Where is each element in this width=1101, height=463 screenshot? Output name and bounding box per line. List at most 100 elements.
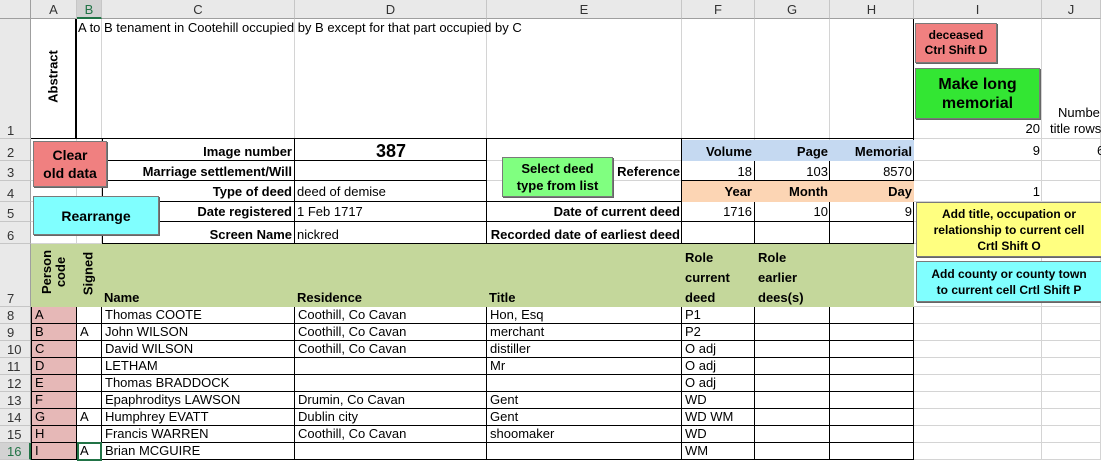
column-header-g[interactable]: G: [755, 0, 830, 19]
abstract-text[interactable]: A to B tenament in Cootehill occupied by…: [78, 20, 908, 38]
person-code-cell[interactable]: I: [32, 443, 76, 459]
name-cell[interactable]: Epaphroditys LAWSON: [102, 392, 294, 408]
name-cell[interactable]: John WILSON: [102, 324, 294, 340]
memorial-value[interactable]: 8570: [830, 164, 912, 180]
name-cell[interactable]: LETHAM: [102, 358, 294, 374]
column-header-f[interactable]: F: [682, 0, 755, 19]
column-header-j[interactable]: J: [1042, 0, 1101, 19]
select-deed-type-button[interactable]: Select deed type from list: [502, 157, 613, 197]
person-code-cell[interactable]: B: [32, 324, 76, 340]
row-header-10[interactable]: 10: [0, 341, 31, 358]
role-current-cell[interactable]: O adj: [682, 358, 754, 374]
cell-i2[interactable]: 9: [980, 143, 1040, 159]
cell-i1[interactable]: 20: [980, 121, 1040, 137]
signed-cell[interactable]: [77, 392, 101, 408]
signed-cell[interactable]: A: [77, 409, 101, 425]
person-code-cell[interactable]: F: [32, 392, 76, 408]
page-value[interactable]: 103: [756, 164, 828, 180]
row-header-4[interactable]: 4: [0, 181, 31, 202]
name-cell[interactable]: Francis WARREN: [102, 426, 294, 442]
deceased-button[interactable]: deceased Ctrl Shift D: [915, 23, 997, 63]
name-cell[interactable]: Thomas BRADDOCK: [102, 375, 294, 391]
cell-j1[interactable]: title rows: [1050, 121, 1101, 137]
title-cell[interactable]: distiller: [487, 341, 681, 357]
title-cell[interactable]: Gent: [487, 409, 681, 425]
year-value[interactable]: 1716: [682, 204, 752, 220]
clear-old-data-button[interactable]: Clear old data: [33, 141, 107, 187]
row-header-7[interactable]: 7: [0, 244, 31, 307]
image-number-value[interactable]: 387: [296, 141, 486, 161]
row-header-1[interactable]: 1: [0, 19, 31, 139]
type-of-deed-value[interactable]: deed of demise: [297, 184, 487, 200]
role-current-cell[interactable]: P1: [682, 307, 754, 323]
abstract-label-cell[interactable]: Abstract: [31, 19, 76, 139]
residence-cell[interactable]: [295, 375, 486, 391]
row-header-12[interactable]: 12: [0, 375, 31, 392]
role-current-cell[interactable]: WM: [682, 443, 754, 459]
role-current-cell[interactable]: WD: [682, 392, 754, 408]
residence-cell[interactable]: [295, 443, 486, 459]
column-header-b[interactable]: B: [77, 0, 102, 19]
title-cell[interactable]: Hon, Esq: [487, 307, 681, 323]
residence-cell[interactable]: [295, 358, 486, 374]
column-header-c[interactable]: C: [102, 0, 295, 19]
date-registered-value[interactable]: 1 Feb 1717: [297, 204, 487, 220]
column-header-d[interactable]: D: [295, 0, 487, 19]
residence-cell[interactable]: Dublin city: [295, 409, 486, 425]
signed-cell[interactable]: [77, 341, 101, 357]
row-header-14[interactable]: 14: [0, 409, 31, 426]
row-header-16[interactable]: 16: [0, 443, 31, 460]
title-cell[interactable]: Gent: [487, 392, 681, 408]
title-cell[interactable]: Mr: [487, 358, 681, 374]
role-current-cell[interactable]: O adj: [682, 375, 754, 391]
add-title-button[interactable]: Add title, occupation or relationship to …: [916, 202, 1101, 257]
row-header-8[interactable]: 8: [0, 307, 31, 324]
role-current-cell[interactable]: O adj: [682, 341, 754, 357]
role-current-cell[interactable]: P2: [682, 324, 754, 340]
month-value[interactable]: 10: [756, 204, 828, 220]
cell-j1-top[interactable]: Numbe: [1058, 105, 1101, 121]
name-cell[interactable]: Thomas COOTE: [102, 307, 294, 323]
row-header-2[interactable]: 2: [0, 139, 31, 161]
person-code-cell[interactable]: A: [32, 307, 76, 323]
signed-cell[interactable]: [77, 358, 101, 374]
role-current-cell[interactable]: WD: [682, 426, 754, 442]
name-cell[interactable]: Brian MCGUIRE: [102, 443, 294, 459]
name-cell[interactable]: Humphrey EVATT: [102, 409, 294, 425]
residence-cell[interactable]: Coothill, Co Cavan: [295, 426, 486, 442]
row-header-3[interactable]: 3: [0, 161, 31, 181]
title-cell[interactable]: merchant: [487, 324, 681, 340]
day-value[interactable]: 9: [830, 204, 912, 220]
rearrange-button[interactable]: Rearrange: [33, 196, 159, 235]
row-header-11[interactable]: 11: [0, 358, 31, 375]
role-current-cell[interactable]: WD WM: [682, 409, 754, 425]
row-header-13[interactable]: 13: [0, 392, 31, 409]
column-header-h[interactable]: H: [830, 0, 914, 19]
screen-name-value[interactable]: nickred: [297, 227, 487, 243]
cell-i4[interactable]: 1: [980, 184, 1040, 200]
title-cell[interactable]: shoomaker: [487, 426, 681, 442]
cell-j2[interactable]: 6: [1097, 143, 1101, 159]
residence-cell[interactable]: Coothill, Co Cavan: [295, 341, 486, 357]
row-header-5[interactable]: 5: [0, 202, 31, 222]
signed-cell[interactable]: A: [77, 324, 101, 340]
title-cell[interactable]: [487, 443, 681, 459]
residence-cell[interactable]: Coothill, Co Cavan: [295, 324, 486, 340]
signed-cell[interactable]: [77, 375, 101, 391]
row-header-6[interactable]: 6: [0, 222, 31, 244]
title-cell[interactable]: [487, 375, 681, 391]
column-header-e[interactable]: E: [487, 0, 682, 19]
add-county-button[interactable]: Add county or county town to current cell…: [916, 261, 1101, 302]
signed-cell[interactable]: [77, 307, 101, 323]
person-code-cell[interactable]: D: [32, 358, 76, 374]
name-cell[interactable]: David WILSON: [102, 341, 294, 357]
person-code-cell[interactable]: E: [32, 375, 76, 391]
residence-cell[interactable]: Drumin, Co Cavan: [295, 392, 486, 408]
signed-cell[interactable]: [77, 426, 101, 442]
select-all-corner[interactable]: [0, 0, 31, 19]
person-code-cell[interactable]: C: [32, 341, 76, 357]
person-code-cell[interactable]: G: [32, 409, 76, 425]
column-header-i[interactable]: I: [914, 0, 1042, 19]
volume-value[interactable]: 18: [682, 164, 752, 180]
active-cell-selection[interactable]: [77, 442, 102, 461]
